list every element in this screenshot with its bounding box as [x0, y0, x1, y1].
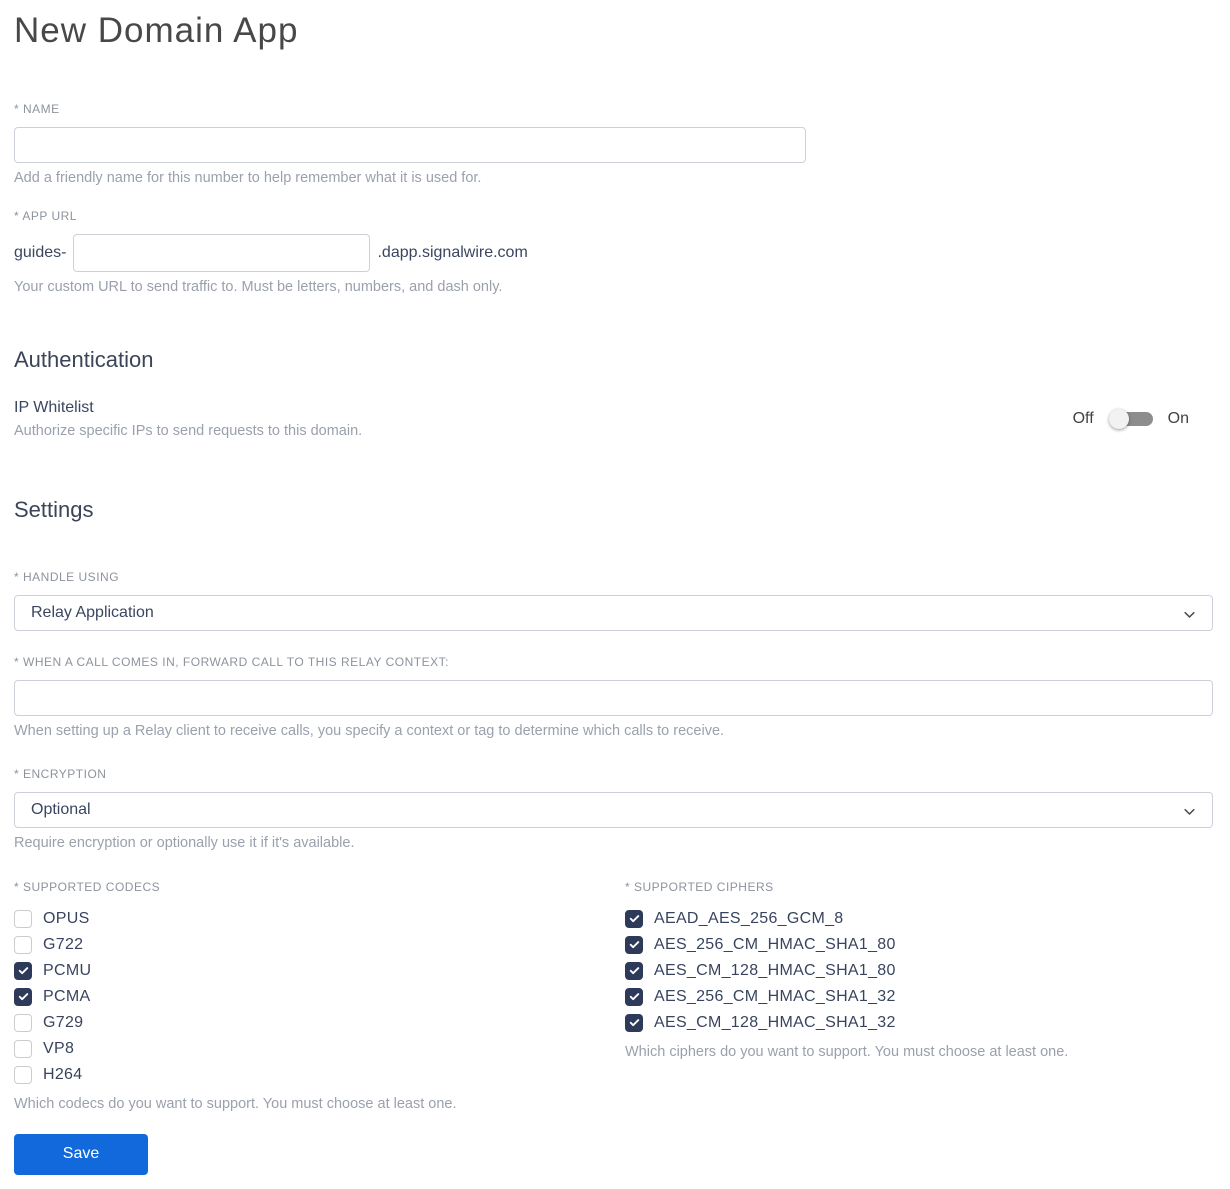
- app-url-helper: Your custom URL to send traffic to. Must…: [14, 279, 503, 295]
- relay-context-input[interactable]: [14, 679, 1213, 716]
- supported-ciphers-column: * SUPPORTED CIPHERS AEAD_AES_256_GCM_8 AE…: [625, 880, 1213, 1060]
- codec-option-label: G729: [43, 1013, 84, 1031]
- ip-whitelist-text: IP Whitelist Authorize specific IPs to s…: [14, 399, 362, 439]
- new-domain-app-page: New Domain App * NAME Add a friendly nam…: [0, 0, 1230, 1189]
- codecs-ciphers-row: * SUPPORTED CODECS OPUS G722 PCMU PCMA G729 V…: [14, 880, 1213, 1112]
- cipher-option-aes_cm_128_hmac_sha1_80[interactable]: AES_CM_128_HMAC_SHA1_80: [625, 958, 1213, 984]
- checkbox-checked-icon[interactable]: [14, 961, 32, 980]
- supported-codecs-column: * SUPPORTED CODECS OPUS G722 PCMU PCMA G729 V…: [14, 880, 625, 1112]
- checkbox-checked-icon[interactable]: [625, 935, 643, 954]
- app-url-input[interactable]: [73, 234, 371, 272]
- supported-ciphers-label: * SUPPORTED CIPHERS: [625, 879, 774, 894]
- checkbox-checked-icon[interactable]: [625, 1013, 643, 1032]
- toggle-on-label: On: [1167, 410, 1189, 428]
- cipher-option-label: AES_256_CM_HMAC_SHA1_32: [654, 987, 896, 1005]
- ip-whitelist-toggle-group: Off On: [1072, 409, 1213, 430]
- codec-option-label: PCMU: [43, 961, 92, 979]
- page-title: New Domain App: [14, 11, 299, 50]
- settings-section: Settings * HANDLE USING Relay Applicatio…: [14, 497, 1213, 1175]
- codec-option-opus[interactable]: OPUS: [14, 906, 625, 932]
- app-url-suffix: .dapp.signalwire.com: [377, 244, 528, 261]
- toggle-knob-icon[interactable]: [1108, 409, 1129, 430]
- cipher-option-label: AEAD_AES_256_GCM_8: [654, 909, 844, 927]
- checkbox-checked-icon[interactable]: [625, 987, 643, 1006]
- name-field-group: * NAME Add a friendly name for this numb…: [14, 102, 1213, 186]
- ip-whitelist-toggle[interactable]: [1108, 409, 1153, 430]
- supported-codecs-label: * SUPPORTED CODECS: [14, 879, 161, 894]
- ip-whitelist-row: IP Whitelist Authorize specific IPs to s…: [14, 399, 1213, 439]
- checkbox-checked-icon[interactable]: [625, 909, 643, 928]
- toggle-off-label: Off: [1072, 410, 1094, 428]
- codec-option-h264[interactable]: H264: [14, 1062, 625, 1088]
- authentication-section: Authentication IP Whitelist Authorize sp…: [14, 347, 1213, 439]
- encryption-group: * ENCRYPTION Optional Require encryption…: [14, 767, 1213, 851]
- codec-option-g729[interactable]: G729: [14, 1010, 625, 1036]
- name-input[interactable]: [14, 127, 806, 163]
- encryption-label: * ENCRYPTION: [14, 766, 107, 781]
- chevron-down-icon: [1184, 611, 1195, 618]
- name-helper: Add a friendly name for this number to h…: [14, 170, 482, 186]
- checkbox-unchecked-icon[interactable]: [14, 1039, 32, 1058]
- codec-option-label: PCMA: [43, 987, 91, 1005]
- relay-context-helper: When setting up a Relay client to receiv…: [14, 722, 725, 739]
- settings-heading: Settings: [14, 497, 94, 523]
- app-url-label: * APP URL: [14, 209, 77, 223]
- cipher-option-aes_256_cm_hmac_sha1_32[interactable]: AES_256_CM_HMAC_SHA1_32: [625, 984, 1213, 1010]
- ciphers-helper: Which ciphers do you want to support. Yo…: [625, 1043, 1069, 1060]
- codec-option-label: OPUS: [43, 909, 90, 927]
- codec-option-label: G722: [43, 935, 84, 953]
- ip-whitelist-helper: Authorize specific IPs to send requests …: [14, 423, 363, 440]
- handle-using-group: * HANDLE USING Relay Application: [14, 570, 1213, 631]
- app-url-prefix: guides-: [14, 244, 67, 261]
- codec-option-pcmu[interactable]: PCMU: [14, 958, 625, 984]
- codec-option-label: VP8: [43, 1039, 75, 1057]
- app-url-row: guides- .dapp.signalwire.com: [14, 234, 1213, 272]
- checkbox-checked-icon[interactable]: [14, 987, 32, 1006]
- chevron-down-icon: [1184, 808, 1195, 815]
- encryption-value: Optional: [31, 800, 91, 818]
- checkbox-unchecked-icon[interactable]: [14, 1065, 32, 1084]
- cipher-option-label: AES_256_CM_HMAC_SHA1_80: [654, 935, 896, 953]
- handle-using-select[interactable]: Relay Application: [14, 594, 1213, 631]
- encryption-helper: Require encryption or optionally use it …: [14, 834, 355, 851]
- checkbox-checked-icon[interactable]: [625, 961, 643, 980]
- cipher-option-label: AES_CM_128_HMAC_SHA1_32: [654, 1013, 896, 1031]
- relay-context-label: * WHEN A CALL COMES IN, FORWARD CALL TO …: [14, 654, 449, 669]
- relay-context-group: * WHEN A CALL COMES IN, FORWARD CALL TO …: [14, 655, 1213, 739]
- app-url-field-group: * APP URL guides- .dapp.signalwire.com Y…: [14, 209, 1213, 295]
- checkbox-unchecked-icon[interactable]: [14, 935, 32, 954]
- save-button[interactable]: Save: [14, 1133, 148, 1175]
- handle-using-value: Relay Application: [31, 603, 154, 621]
- codec-option-label: H264: [43, 1065, 83, 1083]
- name-label: * NAME: [14, 102, 60, 116]
- authentication-heading: Authentication: [14, 347, 154, 372]
- cipher-option-aes_256_cm_hmac_sha1_80[interactable]: AES_256_CM_HMAC_SHA1_80: [625, 932, 1213, 958]
- cipher-list: AEAD_AES_256_GCM_8 AES_256_CM_HMAC_SHA1_8…: [625, 906, 1213, 1036]
- checkbox-unchecked-icon[interactable]: [14, 1013, 32, 1032]
- codec-option-pcma[interactable]: PCMA: [14, 984, 625, 1010]
- cipher-option-aes_cm_128_hmac_sha1_32[interactable]: AES_CM_128_HMAC_SHA1_32: [625, 1010, 1213, 1036]
- codecs-helper: Which codecs do you want to support. You…: [14, 1095, 457, 1112]
- codec-option-g722[interactable]: G722: [14, 932, 625, 958]
- checkbox-unchecked-icon[interactable]: [14, 909, 32, 928]
- cipher-option-label: AES_CM_128_HMAC_SHA1_80: [654, 961, 896, 979]
- codec-list: OPUS G722 PCMU PCMA G729 VP8 H264: [14, 906, 625, 1088]
- ip-whitelist-label: IP Whitelist: [14, 399, 94, 417]
- codec-option-vp8[interactable]: VP8: [14, 1036, 625, 1062]
- handle-using-label: * HANDLE USING: [14, 569, 120, 584]
- encryption-select[interactable]: Optional: [14, 791, 1213, 828]
- cipher-option-aead_aes_256_gcm_8[interactable]: AEAD_AES_256_GCM_8: [625, 906, 1213, 932]
